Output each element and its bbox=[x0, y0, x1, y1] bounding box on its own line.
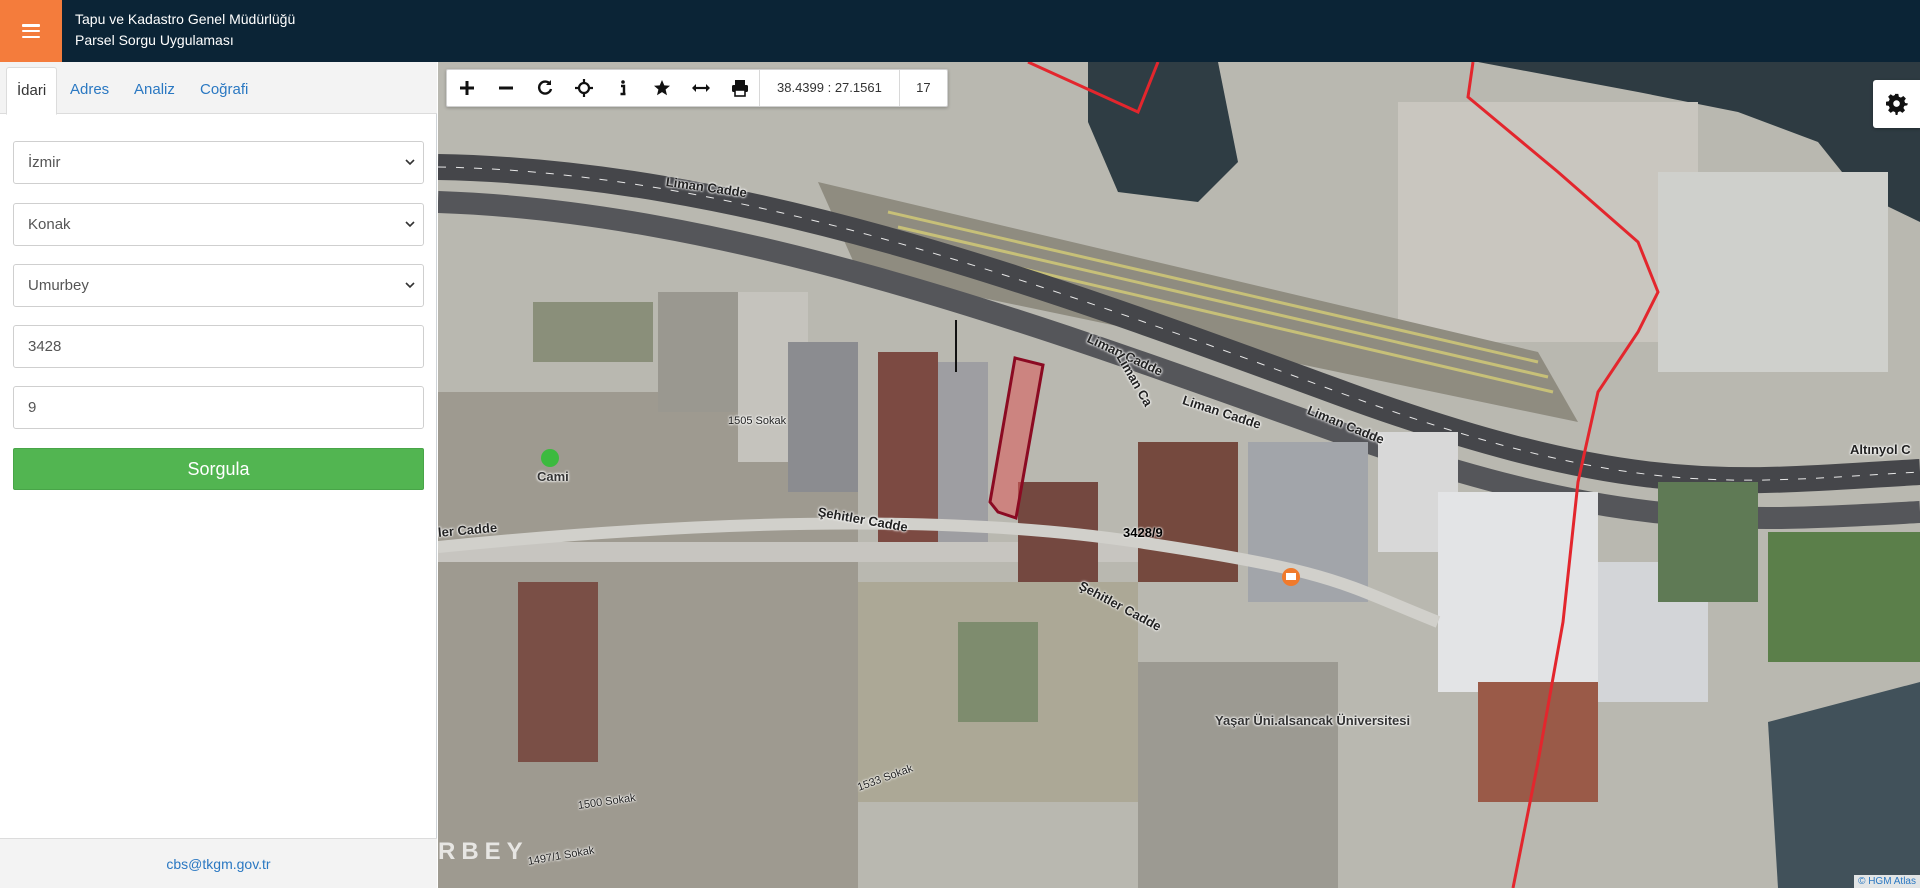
star-icon bbox=[653, 80, 670, 96]
province-select-value: İzmir bbox=[28, 154, 61, 171]
mosque-marker bbox=[541, 449, 559, 467]
locate-button[interactable] bbox=[564, 70, 603, 106]
province-select[interactable]: İzmir bbox=[13, 141, 424, 184]
map-attribution[interactable]: © HGM Atlas bbox=[1854, 875, 1920, 888]
map-toolbar: 38.4399 : 27.1561 17 bbox=[446, 69, 948, 107]
query-button[interactable]: Sorgula bbox=[13, 448, 424, 490]
tab-idari[interactable]: İdari bbox=[6, 67, 58, 115]
satellite-map-imagery bbox=[438, 62, 1920, 888]
university-label: Yaşar Üni.alsancak Üniversitesi bbox=[1215, 713, 1411, 728]
zoom-out-button[interactable] bbox=[486, 70, 525, 106]
chevron-down-icon bbox=[405, 221, 415, 228]
minus-icon bbox=[498, 86, 513, 90]
map-view[interactable]: 38.4399 : 27.1561 17 Liman Cadde Liman C… bbox=[438, 62, 1920, 888]
settings-button[interactable] bbox=[1873, 80, 1920, 128]
zoom-level-readout: 17 bbox=[898, 70, 947, 106]
tab-adres[interactable]: Adres bbox=[60, 67, 119, 115]
parcel-number-value: 9 bbox=[28, 399, 37, 416]
sidebar: İdari Adres Analiz Coğrafi İzmir Konak U… bbox=[0, 62, 437, 888]
district-select-value: Konak bbox=[28, 216, 71, 233]
district-select[interactable]: Konak bbox=[13, 203, 424, 246]
print-button[interactable] bbox=[720, 70, 759, 106]
app-title-line1: Tapu ve Kadastro Genel Müdürlüğü bbox=[75, 11, 296, 27]
measure-button[interactable] bbox=[681, 70, 720, 106]
plus-icon bbox=[459, 81, 474, 95]
tab-analiz[interactable]: Analiz bbox=[124, 67, 185, 115]
measure-icon bbox=[691, 84, 710, 92]
block-number-value: 3428 bbox=[28, 338, 62, 355]
favorite-button[interactable] bbox=[642, 70, 681, 106]
sidebar-tabs: İdari Adres Analiz Coğrafi bbox=[0, 62, 437, 115]
street-label: Altınyol C bbox=[1850, 442, 1911, 457]
block-number-input[interactable]: 3428 bbox=[13, 325, 424, 368]
app-title: Tapu ve Kadastro Genel Müdürlüğü Parsel … bbox=[75, 9, 295, 51]
neighborhood-select-value: Umurbey bbox=[28, 277, 89, 294]
chevron-down-icon bbox=[405, 282, 415, 289]
app-header: Tapu ve Kadastro Genel Müdürlüğü Parsel … bbox=[0, 0, 1920, 62]
zoom-in-button[interactable] bbox=[447, 70, 486, 106]
parcel-label: 3428/9 bbox=[1123, 525, 1163, 540]
app-title-line2: Parsel Sorgu Uygulaması bbox=[75, 32, 234, 48]
map-watermark: RBEY bbox=[438, 838, 529, 865]
print-icon bbox=[731, 80, 748, 97]
chevron-down-icon bbox=[405, 159, 415, 166]
tab-cografi[interactable]: Coğrafi bbox=[190, 67, 258, 115]
street-label: 1505 Sokak bbox=[728, 415, 787, 427]
hamburger-icon bbox=[22, 24, 40, 38]
refresh-icon bbox=[537, 80, 552, 95]
info-button[interactable] bbox=[603, 70, 642, 106]
gear-icon bbox=[1885, 93, 1908, 115]
crosshair-icon bbox=[574, 79, 593, 97]
neighborhood-select[interactable]: Umurbey bbox=[13, 264, 424, 307]
footer-email-link[interactable]: cbs@tkgm.gov.tr bbox=[0, 838, 437, 888]
parcel-number-input[interactable]: 9 bbox=[13, 386, 424, 429]
menu-button[interactable] bbox=[0, 0, 62, 62]
coordinate-readout: 38.4399 : 27.1561 bbox=[759, 70, 899, 106]
refresh-button[interactable] bbox=[525, 70, 564, 106]
info-icon bbox=[620, 80, 625, 96]
mosque-label: Cami bbox=[537, 469, 569, 484]
